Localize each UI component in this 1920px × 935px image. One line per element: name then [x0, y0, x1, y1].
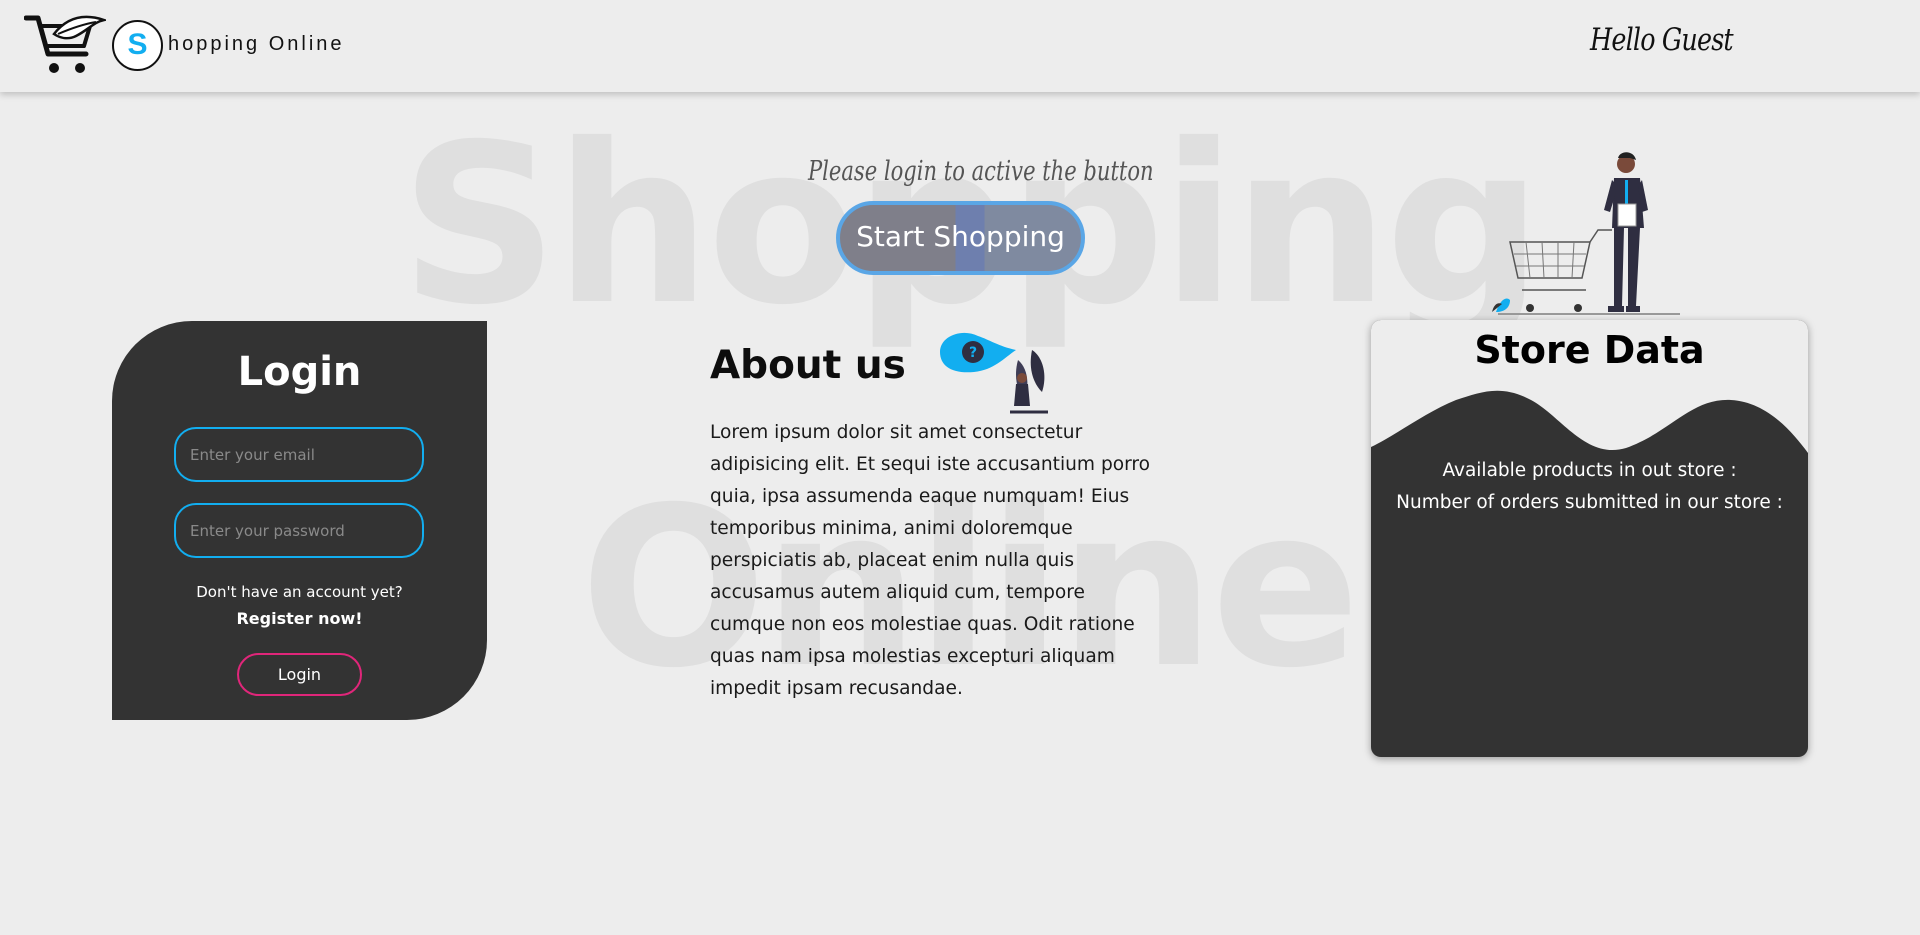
login-card: Login Don't have an account yet? Registe…: [112, 321, 487, 720]
login-title: Login: [237, 349, 362, 395]
greeting-text: Hello Guest: [1590, 22, 1734, 58]
svg-text:?: ?: [969, 345, 977, 361]
brand-s-logo: S: [112, 20, 163, 71]
brand-name: hopping Online: [168, 33, 345, 55]
store-data-card: Store Data Available products in out sto…: [1371, 320, 1808, 757]
start-shopping-button[interactable]: Start Shopping: [836, 201, 1085, 275]
navbar: S hopping Online Hello Guest: [0, 0, 1920, 92]
about-text: Lorem ipsum dolor sit amet consectetur a…: [710, 422, 1151, 699]
store-data-title: Store Data: [1474, 328, 1705, 372]
login-button[interactable]: Login: [237, 653, 362, 696]
no-account-text: Don't have an account yet?: [196, 583, 403, 601]
about-title: About us: [710, 343, 906, 388]
register-link[interactable]: Register now!: [112, 609, 487, 628]
orders-submitted-label: Number of orders submitted in our store …: [1396, 492, 1783, 513]
question-bubble-illustration: ?: [940, 332, 1048, 414]
available-products-label: Available products in out store :: [1442, 460, 1737, 481]
shopping-cart-logo-icon[interactable]: [24, 12, 106, 78]
email-field[interactable]: [174, 427, 424, 482]
person-with-cart-illustration: [1492, 152, 1680, 315]
login-hint: Please login to active the button: [808, 156, 1154, 187]
password-field[interactable]: [174, 503, 424, 558]
